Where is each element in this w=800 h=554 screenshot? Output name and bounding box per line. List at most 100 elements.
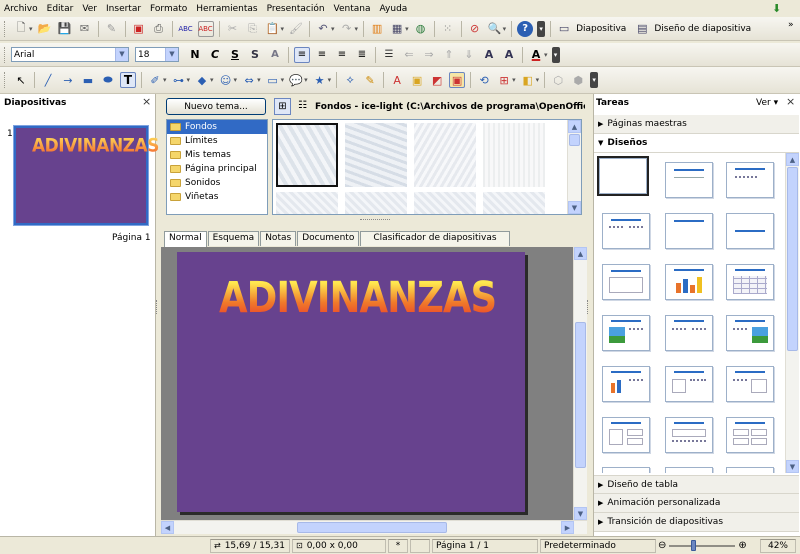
gallery-splitter-handle[interactable]	[360, 219, 390, 222]
navigator-icon[interactable]: ⊘	[467, 21, 483, 37]
glue-icon[interactable]: ✎	[362, 72, 378, 88]
layout-partial[interactable]	[602, 467, 650, 473]
tab-normal[interactable]: Normal	[164, 231, 207, 247]
toolbar-overflow-icon[interactable]: ▾	[551, 46, 560, 63]
signature-indicator[interactable]	[410, 538, 430, 553]
section-slide-transition[interactable]: ▶ Transición de diapositivas	[594, 513, 799, 532]
section-layouts[interactable]: ▼ Diseños	[594, 134, 799, 153]
menu-ver[interactable]: Ver	[82, 4, 97, 14]
rotate-icon[interactable]: ⟲	[476, 72, 492, 88]
bold-button[interactable]: N	[187, 47, 203, 63]
list-item[interactable]: Página principal	[167, 162, 267, 176]
section-master-pages[interactable]: ▶ Páginas maestras	[594, 115, 799, 134]
grid-icon[interactable]: ⁙	[440, 21, 456, 37]
scroll-down-icon[interactable]: ▼	[786, 460, 799, 473]
menu-presentacion[interactable]: Presentación	[267, 4, 325, 14]
gallery-thumb[interactable]	[276, 192, 338, 214]
underline-button[interactable]: S	[227, 47, 243, 63]
scroll-right-icon[interactable]: ▶	[561, 521, 574, 534]
callouts-icon[interactable]: 💬	[288, 72, 304, 88]
zoom-level[interactable]: 42%	[760, 538, 796, 553]
menu-archivo[interactable]: Archivo	[4, 4, 38, 14]
decrease-spacing-icon[interactable]: A	[501, 47, 517, 63]
list-item[interactable]: Límites	[167, 134, 267, 148]
align-center-icon[interactable]: ≡	[314, 47, 330, 63]
help-icon[interactable]: ?	[517, 20, 534, 37]
cut-icon[interactable]: ✂	[225, 21, 241, 37]
export-pdf-icon[interactable]: ▣	[131, 21, 147, 37]
tasks-view-menu[interactable]: Ver ▾	[756, 98, 778, 108]
chart-icon[interactable]: ▥	[369, 21, 385, 37]
layout-chart-text[interactable]	[602, 366, 650, 402]
undo-icon[interactable]: ↶	[315, 21, 331, 37]
layout-title-2-boxes[interactable]	[665, 366, 713, 402]
layout-title-box[interactable]	[602, 264, 650, 300]
menu-ventana[interactable]: Ventana	[334, 4, 371, 14]
update-icon[interactable]: ⬇	[772, 2, 781, 15]
scroll-left-icon[interactable]: ◀	[161, 521, 174, 534]
layout-title-image-left[interactable]	[602, 315, 650, 351]
toolbar-grip[interactable]	[4, 20, 7, 37]
italic-button[interactable]: C	[207, 47, 223, 63]
edit-file-icon[interactable]: ✎	[104, 21, 120, 37]
layout-blank[interactable]	[597, 156, 649, 196]
promote-icon[interactable]: ⇐	[401, 47, 417, 63]
layout-title-only-top[interactable]	[665, 213, 713, 249]
list-item[interactable]: Mis temas	[167, 148, 267, 162]
menu-editar[interactable]: Editar	[47, 4, 74, 14]
demote-icon[interactable]: ⇒	[421, 47, 437, 63]
horizontal-scrollbar[interactable]: ◀ ▶	[161, 520, 587, 534]
scroll-down-icon[interactable]: ▼	[568, 201, 581, 214]
scroll-up-icon[interactable]: ▲	[568, 120, 581, 133]
curve-icon[interactable]: ✐	[147, 72, 163, 88]
slide-icon[interactable]: ▭	[556, 21, 572, 37]
text-shadow-icon[interactable]: A	[267, 47, 283, 63]
slide-title-text[interactable]: ADIVINANZAS	[219, 273, 497, 322]
slide-design-button-label[interactable]: Diseño de diapositiva	[654, 24, 751, 34]
menu-herramientas[interactable]: Herramientas	[196, 4, 257, 14]
copy-icon[interactable]: ⎘	[245, 21, 261, 37]
slide-button-label[interactable]: Diapositiva	[576, 24, 626, 34]
slide-thumbnail[interactable]: ADIVINANZAS	[13, 125, 159, 226]
layout-title-2-text[interactable]	[665, 315, 713, 351]
block-arrows-icon[interactable]: ⇔	[241, 72, 257, 88]
font-name-combo[interactable]: Arial ▼	[11, 47, 129, 62]
close-icon[interactable]: ×	[142, 95, 151, 108]
layout-title-chart[interactable]	[665, 264, 713, 300]
menu-formato[interactable]: Formato	[150, 4, 187, 14]
gallery-thumb[interactable]	[483, 123, 545, 187]
open-folder-icon[interactable]: 📂	[37, 21, 53, 37]
gallery-thumb[interactable]	[414, 192, 476, 214]
layout-partial[interactable]	[665, 467, 713, 473]
tab-clasificador[interactable]: Clasificador de diapositivas	[360, 231, 510, 246]
layout-title-content[interactable]	[726, 162, 774, 198]
panel-splitter-handle[interactable]	[587, 300, 591, 314]
spellcheck-icon[interactable]: ABC	[178, 21, 194, 37]
scroll-up-icon[interactable]: ▲	[574, 247, 587, 260]
tab-documento[interactable]: Documento	[297, 231, 360, 246]
more-tools-icon[interactable]: »	[788, 20, 794, 30]
gallery-scrollbar[interactable]: ▲ ▼	[567, 120, 581, 214]
gallery-thumb[interactable]	[345, 123, 407, 187]
increase-spacing-icon[interactable]: A	[481, 47, 497, 63]
connector-icon[interactable]: ⊶	[171, 72, 187, 88]
layout-title-4-grid[interactable]	[726, 417, 774, 453]
icon-view-icon[interactable]: ⊞	[274, 98, 291, 115]
scroll-down-icon[interactable]: ▼	[574, 507, 587, 520]
shadow-icon[interactable]: S	[247, 47, 263, 63]
toolbar-overflow-icon[interactable]: ▾	[537, 20, 546, 37]
text-tool-icon[interactable]: T	[120, 72, 136, 88]
line-icon[interactable]: ╱	[40, 72, 56, 88]
toolbar-overflow-icon[interactable]: ▾	[590, 72, 599, 88]
save-icon[interactable]: 💾	[57, 21, 73, 37]
list-item[interactable]: Sonidos	[167, 176, 267, 190]
ellipse-icon[interactable]: ⬬	[100, 72, 116, 88]
email-icon[interactable]: ✉	[77, 21, 93, 37]
table-icon[interactable]: ▦	[389, 21, 405, 37]
tab-notas[interactable]: Notas	[260, 231, 297, 246]
new-theme-button[interactable]: Nuevo tema...	[166, 98, 266, 115]
zoom-icon[interactable]: 🔍	[487, 21, 503, 37]
arrow-line-icon[interactable]: →	[60, 72, 76, 88]
list-item[interactable]: Fondos	[167, 120, 267, 134]
tab-esquema[interactable]: Esquema	[207, 231, 260, 246]
